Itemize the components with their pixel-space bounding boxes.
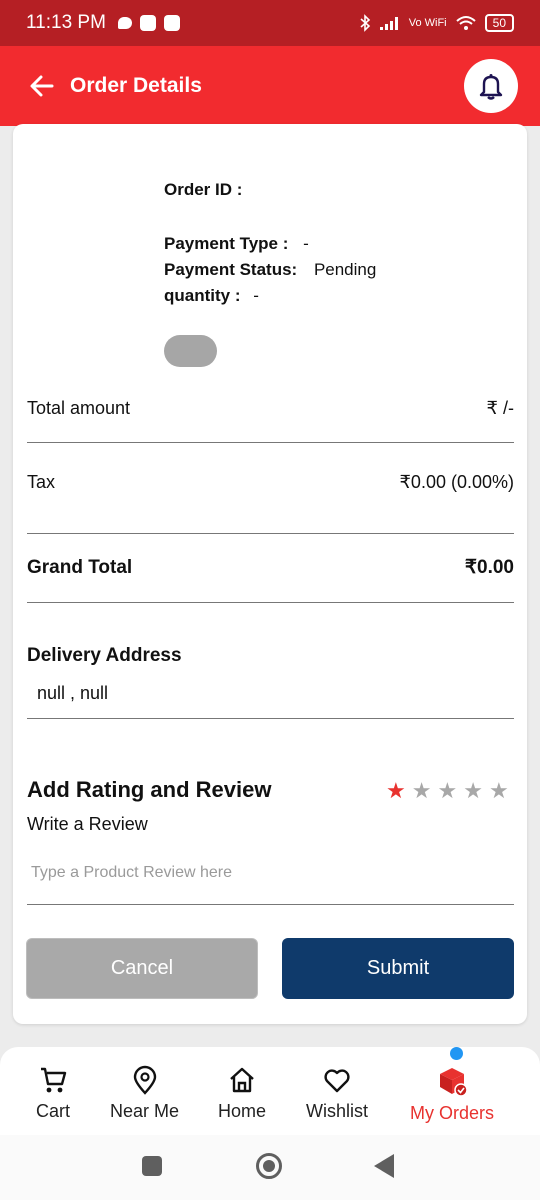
home-button[interactable] [256,1153,282,1179]
payment-status-row: Payment Status: Pending [164,260,376,280]
grand-total-label: Grand Total [27,556,133,578]
nav-item-home[interactable]: Home [218,1065,266,1122]
quantity-value: - [253,286,259,305]
status-bar: 11:13 PM Vo WiFi 50 [0,0,540,46]
app-bar: Order Details [0,46,540,126]
star-icon[interactable]: ★ [437,779,457,803]
cancel-button[interactable]: Cancel [26,938,258,999]
vowifi-label: Vo WiFi [408,17,447,29]
star-icon[interactable]: ★ [386,779,406,803]
review-heading: Add Rating and Review [27,777,272,802]
nav-label: My Orders [410,1103,495,1123]
nav-label: Near Me [110,1101,180,1121]
divider [27,718,514,719]
cart-icon [41,1067,67,1093]
payment-status-label: Payment Status: [164,260,298,279]
battery-indicator: 50 [484,14,514,32]
nav-label: Wishlist [306,1101,368,1121]
heart-icon [324,1069,350,1093]
payment-type-label: Payment Type : [164,234,289,253]
divider [27,442,514,443]
total-amount-row: Total amount ₹ /- [27,398,514,419]
quantity-row: quantity : - [164,286,259,306]
grand-total-value: ₹0.00 [464,557,514,578]
system-navigation-bar [0,1135,540,1200]
delivery-address-value: null , null [37,683,109,703]
star-icon[interactable]: ★ [463,779,483,803]
location-pin-icon [133,1065,156,1095]
notification-icons [117,15,180,31]
delivery-address-heading: Delivery Address [27,645,182,666]
rating-stars[interactable]: ★ ★ ★ ★ ★ [386,779,509,803]
review-input[interactable]: Type a Product Review here [31,864,232,882]
recent-apps-button[interactable] [142,1156,162,1176]
grand-total-row: Grand Total ₹0.00 [27,556,514,579]
review-subheading-row: Write a Review [27,814,514,835]
status-toggle[interactable] [164,335,217,367]
app-icon [139,15,156,31]
notification-dot [450,1047,463,1060]
status-time: 11:13 PM [26,12,106,33]
total-amount-value: ₹ /- [486,398,514,418]
review-subheading: Write a Review [27,814,148,834]
nav-label: Home [218,1101,267,1121]
tax-label: Tax [27,472,56,492]
quantity-label: quantity : [164,286,241,305]
delivery-address-row: null , null [37,683,524,704]
youtube-icon [163,15,180,31]
star-icon[interactable]: ★ [489,779,509,803]
submit-button[interactable]: Submit [282,938,514,999]
payment-type-value: - [303,234,309,253]
box-icon [440,1068,468,1097]
home-icon [230,1067,254,1093]
back-button[interactable] [374,1154,394,1178]
total-amount-label: Total amount [27,398,131,418]
system-icons: Vo WiFi 50 [359,14,514,32]
nav-item-wishlist[interactable]: Wishlist [306,1065,368,1122]
nav-item-near-me[interactable]: Near Me [110,1065,179,1122]
wifi-icon [455,16,476,30]
bottom-navigation: Cart Near Me Home Wishlist My Orders [0,1047,540,1135]
page-title: Order Details [70,74,202,97]
tax-value: ₹0.00 (0.00%) [399,472,514,492]
order-details-card: Order ID : Payment Type : - Payment Stat… [13,124,527,1024]
star-icon[interactable]: ★ [412,779,432,803]
signal-icon [379,17,398,30]
tax-row: Tax ₹0.00 (0.00%) [27,472,514,493]
payment-type-row: Payment Type : - [164,234,309,254]
delivery-heading-row: Delivery Address [27,645,514,667]
bluetooth-icon [360,14,370,32]
bell-icon [479,74,503,100]
payment-status-value: Pending [313,260,377,279]
nav-label: Cart [36,1101,71,1121]
back-arrow-icon[interactable] [28,72,56,100]
chat-icon [117,17,132,29]
nav-item-cart[interactable]: Cart [36,1065,70,1122]
nav-item-my-orders[interactable]: My Orders [410,1065,494,1124]
divider [27,602,514,603]
divider [27,533,514,534]
divider [27,904,514,905]
order-id-label: Order ID : [164,180,243,199]
notification-button[interactable] [464,59,518,113]
